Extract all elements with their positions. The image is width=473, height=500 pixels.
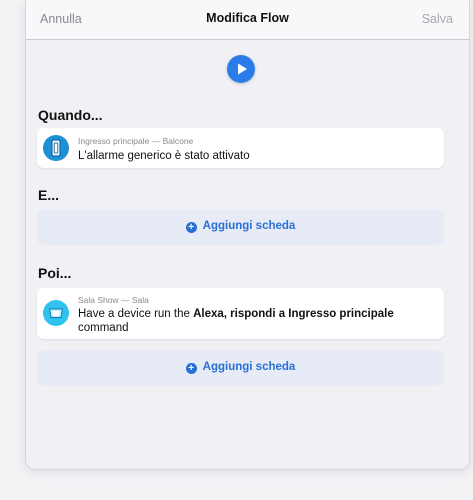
add-card-label: Aggiungi scheda <box>202 361 296 373</box>
test-flow-button[interactable] <box>227 55 255 83</box>
plus-circle-icon: + <box>185 363 197 374</box>
echo-show-icon <box>43 300 69 326</box>
play-icon <box>238 63 247 75</box>
add-card-label: Aggiungi scheda <box>202 220 296 232</box>
add-card-then-button[interactable]: + Aggiungi scheda <box>37 350 444 386</box>
when-card-text: L'allarme generico è stato attivato <box>78 150 250 162</box>
plus-circle-icon: + <box>185 222 197 233</box>
add-card-and-button[interactable]: + Aggiungi scheda <box>37 209 444 245</box>
section-title-and: E... <box>38 187 60 203</box>
page-title: Modifica Flow <box>206 11 289 25</box>
save-button[interactable]: Salva <box>422 12 453 26</box>
door-sensor-icon <box>43 135 69 161</box>
when-card-device: Ingresso principale — Balcone <box>78 136 194 146</box>
then-card-text: Have a device run the Alexa, rispondi a … <box>78 307 434 335</box>
top-bar: Annulla Modifica Flow Salva <box>26 0 469 40</box>
then-card-text-suffix: command <box>78 322 129 334</box>
edit-flow-sheet: Annulla Modifica Flow Salva Quando... In… <box>25 0 470 470</box>
then-card-device: Sala Show — Sala <box>78 295 149 305</box>
section-title-then: Poi... <box>38 265 72 281</box>
then-card-text-bold: Alexa, rispondi a Ingresso principale <box>193 308 394 320</box>
then-card[interactable]: Sala Show — Sala Have a device run the A… <box>37 288 444 339</box>
section-title-when: Quando... <box>38 107 103 123</box>
then-card-text-prefix: Have a device run the <box>78 308 194 320</box>
when-card[interactable]: Ingresso principale — Balcone L'allarme … <box>37 128 444 168</box>
